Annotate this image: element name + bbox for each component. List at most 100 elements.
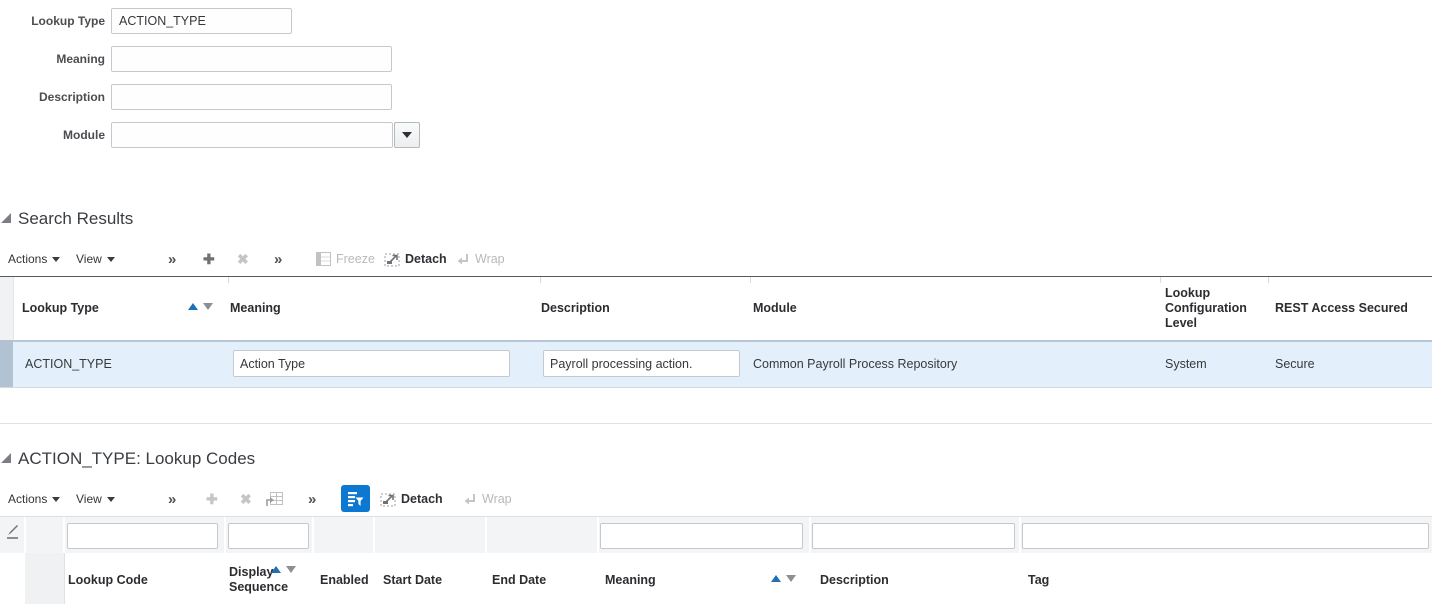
chevron-down-icon (52, 496, 61, 502)
cell-divider (597, 517, 599, 553)
query-by-example-toggle-button[interactable] (341, 485, 370, 512)
toolbar-overflow-chevron-icon[interactable]: » (168, 484, 176, 514)
module-dropdown-button[interactable] (394, 122, 420, 148)
table-top-border (0, 276, 1432, 277)
wrap-label: Wrap (482, 492, 512, 506)
row-selector[interactable] (0, 340, 13, 387)
column-divider (750, 277, 751, 283)
actions-menu-button[interactable]: Actions (8, 244, 61, 274)
filter-table-icon (348, 491, 364, 506)
search-results-toolbar: Actions View » ✚ ✖ » Freeze Detach Wrap (0, 244, 1432, 274)
detach-button[interactable]: Detach (380, 484, 443, 514)
table-bottom-border (0, 387, 1432, 388)
sort-ascending-icon[interactable] (771, 575, 781, 582)
column-header-end-date[interactable]: End Date (492, 573, 546, 588)
lookup-codes-toolbar: Actions View » ✚ ✖ » Detach Wrap (0, 484, 1432, 514)
cell-divider (373, 517, 375, 553)
wrap-button[interactable]: Wrap (462, 484, 512, 514)
description-input[interactable] (111, 84, 392, 110)
detach-button[interactable]: Detach (384, 244, 447, 274)
column-divider (1160, 277, 1161, 283)
cell-rest-access-secured: Secure (1275, 357, 1315, 371)
cell-lookup-type: ACTION_TYPE (25, 357, 112, 371)
manage-lookups-page: Lookup Type Meaning Description Module S… (0, 0, 1432, 604)
sort-descending-icon[interactable] (286, 566, 296, 573)
column-divider (540, 277, 541, 283)
column-header-lookup-configuration-level[interactable]: Lookup Configuration Level (1165, 286, 1257, 331)
meaning-input[interactable] (111, 46, 392, 72)
toolbar-overflow-chevron-icon[interactable]: » (168, 244, 176, 274)
freeze-label: Freeze (336, 252, 375, 266)
column-divider (228, 277, 229, 283)
actions-menu-label: Actions (8, 492, 48, 506)
lookup-codes-title: ACTION_TYPE: Lookup Codes (18, 449, 256, 468)
detach-label: Detach (405, 252, 447, 266)
filter-display-sequence-input[interactable] (228, 523, 309, 549)
sort-ascending-icon[interactable] (271, 566, 281, 573)
column-header-display-sequence[interactable]: Display Sequence (229, 565, 291, 595)
column-header-meaning[interactable]: Meaning (605, 573, 656, 588)
filter-tag-input[interactable] (1022, 523, 1429, 549)
filter-description-input[interactable] (812, 523, 1015, 549)
column-header-description[interactable]: Description (820, 573, 889, 588)
column-divider (1268, 277, 1269, 283)
detach-icon (384, 253, 400, 266)
cell-lookup-configuration-level: System (1165, 357, 1207, 371)
query-by-example-icon[interactable] (5, 522, 21, 542)
freeze-icon (316, 252, 331, 266)
column-header-description[interactable]: Description (541, 301, 610, 316)
chevron-down-icon (106, 256, 115, 262)
delete-row-button[interactable]: ✖ (240, 484, 252, 514)
chevron-down-icon (402, 132, 412, 138)
cell-divider (312, 517, 314, 553)
view-menu-label: View (76, 492, 102, 506)
chevron-down-icon (52, 256, 61, 262)
wrap-button[interactable]: Wrap (455, 244, 505, 274)
freeze-button[interactable]: Freeze (316, 244, 375, 274)
insert-row-button[interactable] (266, 484, 284, 514)
wrap-label: Wrap (475, 252, 505, 266)
column-header-meaning[interactable]: Meaning (230, 301, 281, 316)
cell-description-input[interactable] (543, 350, 740, 377)
column-header-enabled[interactable]: Enabled (320, 573, 369, 588)
toolbar-overflow-chevron-icon[interactable]: » (274, 244, 282, 274)
cell-meaning-input[interactable] (233, 350, 510, 377)
module-label: Module (63, 128, 105, 142)
row-selector-column (25, 553, 64, 604)
wrap-icon (457, 253, 468, 264)
view-menu-button[interactable]: View (76, 484, 115, 514)
sort-descending-icon[interactable] (203, 303, 213, 310)
view-menu-button[interactable]: View (76, 244, 115, 274)
column-divider (64, 553, 65, 604)
column-header-lookup-code[interactable]: Lookup Code (68, 573, 148, 588)
meaning-label: Meaning (56, 52, 105, 66)
toolbar-overflow-chevron-icon[interactable]: » (308, 484, 316, 514)
wrap-icon (464, 493, 475, 504)
detach-label: Detach (401, 492, 443, 506)
column-header-lookup-type[interactable]: Lookup Type (22, 301, 99, 316)
sort-ascending-icon[interactable] (188, 303, 198, 310)
insert-row-icon (266, 492, 283, 506)
filter-meaning-input[interactable] (600, 523, 803, 549)
chevron-down-icon (106, 496, 115, 502)
module-input[interactable] (111, 122, 393, 148)
column-header-start-date[interactable]: Start Date (383, 573, 442, 588)
filter-lookup-code-input[interactable] (67, 523, 218, 549)
lookup-type-input[interactable] (111, 8, 292, 34)
cell-divider (1019, 517, 1021, 553)
column-header-module[interactable]: Module (753, 301, 797, 316)
delete-row-button[interactable]: ✖ (237, 244, 249, 274)
lookup-codes-collapse-icon[interactable] (1, 453, 11, 463)
cell-module: Common Payroll Process Repository (753, 357, 958, 371)
column-header-rest-access-secured[interactable]: REST Access Secured (1275, 301, 1408, 316)
detach-icon (380, 493, 396, 506)
actions-menu-button[interactable]: Actions (8, 484, 61, 514)
cell-divider (224, 517, 226, 553)
add-row-button[interactable]: ✚ (206, 484, 218, 514)
column-header-tag[interactable]: Tag (1028, 573, 1049, 588)
add-row-button[interactable]: ✚ (203, 244, 215, 274)
sort-descending-icon[interactable] (786, 575, 796, 582)
search-results-collapse-icon[interactable] (1, 213, 11, 223)
cell-divider (485, 517, 487, 553)
column-divider (13, 277, 14, 340)
